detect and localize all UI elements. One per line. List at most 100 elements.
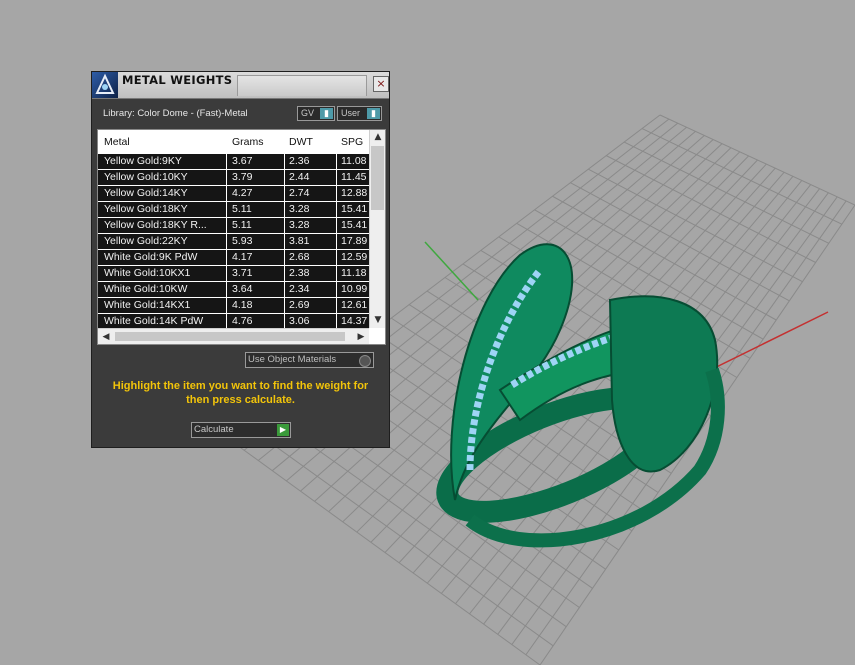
dropdown-icon[interactable]: ▮ [320, 108, 333, 119]
column-divider [284, 154, 285, 169]
horizontal-scroll-thumb[interactable] [115, 332, 345, 341]
y-axis-line [424, 241, 479, 301]
ring-model[interactable] [433, 243, 725, 548]
table-row[interactable]: Yellow Gold:18KY R... 5.11 3.28 15.41 [98, 218, 369, 233]
table-row[interactable]: White Gold:10KW 3.64 2.34 10.99 [98, 282, 369, 297]
cell-metal: White Gold:14KX1 [104, 299, 191, 311]
column-header-grams[interactable]: Grams [232, 136, 264, 148]
vertical-scrollbar[interactable]: ▲ ▼ [369, 130, 385, 328]
column-divider [226, 314, 227, 329]
cell-spg: 15.41 [341, 219, 368, 231]
cell-dwt: 2.74 [289, 187, 310, 199]
cell-grams: 5.93 [232, 235, 253, 247]
close-button[interactable]: × [373, 76, 389, 92]
cell-spg: 14.37 [341, 315, 368, 327]
cell-grams: 3.71 [232, 267, 253, 279]
cell-dwt: 2.69 [289, 299, 310, 311]
column-divider [226, 266, 227, 281]
column-divider [336, 298, 337, 313]
table-row[interactable]: White Gold:9K PdW 4.17 2.68 12.59 [98, 250, 369, 265]
cell-spg: 12.59 [341, 251, 368, 263]
cell-metal: Yellow Gold:18KY [104, 203, 188, 215]
table-row[interactable]: Yellow Gold:10KY 3.79 2.44 11.45 [98, 170, 369, 185]
column-divider [284, 250, 285, 265]
cell-dwt: 3.81 [289, 235, 310, 247]
scroll-right-icon[interactable]: ▶ [353, 329, 369, 344]
column-divider [284, 234, 285, 249]
vertical-scroll-thumb[interactable] [371, 146, 384, 210]
scroll-left-icon[interactable]: ◀ [98, 329, 114, 344]
cell-metal: Yellow Gold:18KY R... [104, 219, 207, 231]
column-divider [336, 202, 337, 217]
cell-grams: 3.64 [232, 283, 253, 295]
toggle-icon[interactable] [359, 355, 371, 367]
gv-select[interactable]: GV ▮ [297, 106, 335, 121]
column-divider [226, 282, 227, 297]
column-divider [336, 218, 337, 233]
cell-grams: 3.67 [232, 155, 253, 167]
calculate-button[interactable]: Calculate ▶ [191, 422, 291, 438]
user-select-value: User [341, 108, 361, 118]
scroll-up-icon[interactable]: ▲ [370, 130, 385, 145]
panel-titlebar[interactable]: METAL WEIGHTS × [92, 72, 389, 99]
table-row[interactable]: White Gold:10KX1 3.71 2.38 11.18 [98, 266, 369, 281]
cell-spg: 11.45 [341, 171, 367, 183]
metal-weights-table[interactable]: Metal Grams DWT SPG Yellow Gold:9KY 3.67 2… [97, 129, 386, 345]
column-divider [226, 202, 227, 217]
cell-dwt: 2.34 [289, 283, 310, 295]
cell-dwt: 2.36 [289, 155, 310, 167]
table-row[interactable]: White Gold:14KX1 4.18 2.69 12.61 [98, 298, 369, 313]
cell-metal: Yellow Gold:14KY [104, 187, 188, 199]
title-tab [237, 75, 367, 96]
column-divider [284, 186, 285, 201]
cell-grams: 4.76 [232, 315, 253, 327]
cell-spg: 10.99 [341, 283, 368, 295]
cell-metal: White Gold:10KX1 [104, 267, 191, 279]
cell-grams: 3.79 [232, 171, 253, 183]
instruction-text: Highlight the item you want to find the … [112, 380, 369, 406]
column-divider [226, 250, 227, 265]
column-header-dwt[interactable]: DWT [289, 136, 313, 148]
column-divider [336, 314, 337, 329]
column-divider [226, 170, 227, 185]
cell-spg: 12.61 [341, 299, 368, 311]
scroll-down-icon[interactable]: ▼ [370, 313, 385, 328]
cell-metal: White Gold:14K PdW [104, 315, 204, 327]
panel-title: METAL WEIGHTS [122, 73, 233, 87]
calculate-label: Calculate [194, 424, 234, 435]
play-icon[interactable]: ▶ [277, 424, 289, 436]
table-row[interactable]: Yellow Gold:22KY 5.93 3.81 17.89 [98, 234, 369, 249]
cell-metal: Yellow Gold:10KY [104, 171, 188, 183]
column-divider [284, 298, 285, 313]
use-object-materials-label: Use Object Materials [248, 354, 337, 365]
user-select[interactable]: User ▮ [337, 106, 382, 121]
cell-dwt: 3.06 [289, 315, 310, 327]
table-row[interactable]: White Gold:14K PdW 4.76 3.06 14.37 [98, 314, 369, 329]
column-divider [336, 234, 337, 249]
column-divider [284, 202, 285, 217]
table-row[interactable]: Yellow Gold:18KY 5.11 3.28 15.41 [98, 202, 369, 217]
column-header-metal[interactable]: Metal [104, 136, 130, 148]
column-divider [226, 218, 227, 233]
column-divider [284, 314, 285, 329]
column-divider [336, 250, 337, 265]
cell-metal: White Gold:10KW [104, 283, 188, 295]
column-divider [226, 298, 227, 313]
column-header-spg[interactable]: SPG [341, 136, 363, 148]
cell-spg: 12.88 [341, 187, 368, 199]
column-divider [336, 170, 337, 185]
table-row[interactable]: Yellow Gold:14KY 4.27 2.74 12.88 [98, 186, 369, 201]
horizontal-scrollbar[interactable]: ◀ ▶ [98, 328, 369, 344]
column-divider [284, 282, 285, 297]
cell-metal: Yellow Gold:22KY [104, 235, 188, 247]
cell-dwt: 3.28 [289, 219, 310, 231]
dropdown-icon[interactable]: ▮ [367, 108, 380, 119]
metal-weights-panel: METAL WEIGHTS × Library: Color Dome - (F… [91, 71, 390, 448]
column-divider [226, 186, 227, 201]
table-header: Metal Grams DWT SPG [98, 130, 369, 155]
table-row[interactable]: Yellow Gold:9KY 3.67 2.36 11.08 [98, 154, 369, 169]
cell-spg: 17.89 [341, 235, 368, 247]
app-logo-icon [92, 72, 118, 98]
column-divider [284, 170, 285, 185]
use-object-materials-toggle[interactable]: Use Object Materials [245, 352, 374, 368]
